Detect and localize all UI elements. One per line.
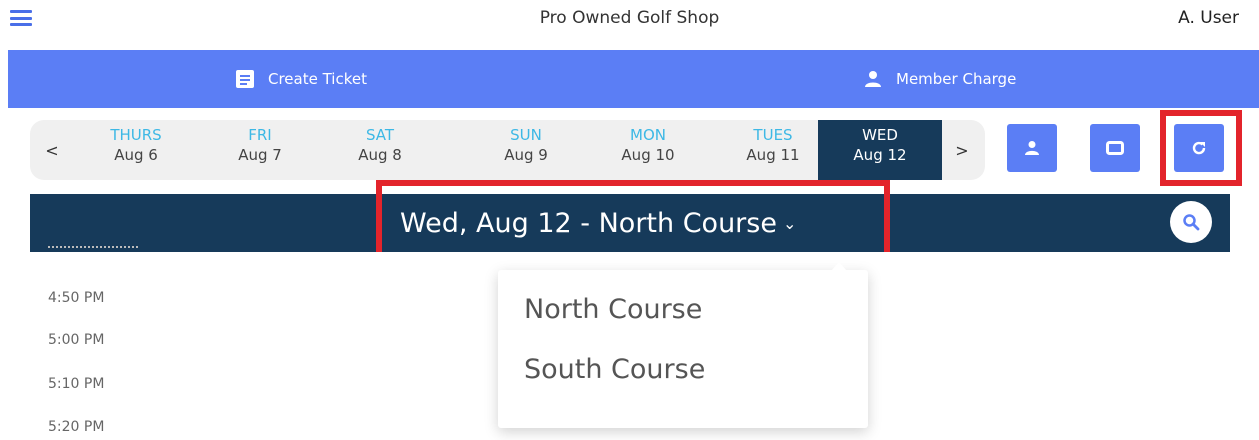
person-icon [1025,141,1039,155]
previous-days-arrow[interactable]: < [32,120,72,180]
day-date: Aug 6 [114,146,158,164]
day-name: FRI [248,126,272,144]
day-thurs[interactable]: THURS Aug 6 [74,120,198,180]
day-sat[interactable]: SAT Aug 8 [318,120,442,180]
course-date-label: Wed, Aug 12 - North Course [400,207,777,239]
action-bar: Create Ticket Member Charge [8,50,1259,108]
day-wed-selected[interactable]: WED Aug 12 [818,120,942,180]
member-charge-label: Member Charge [896,70,1017,88]
top-bar: Pro Owned Golf Shop A. User [0,0,1259,40]
day-mon[interactable]: MON Aug 10 [586,120,710,180]
refresh-button[interactable] [1174,124,1224,172]
day-date: Aug 12 [853,146,907,164]
day-sun[interactable]: SUN Aug 9 [464,120,588,180]
person-icon [865,71,881,87]
day-name: TUES [753,126,793,144]
day-date: Aug 11 [746,146,800,164]
shop-title: Pro Owned Golf Shop [539,8,720,28]
day-name: THURS [110,126,162,144]
dropdown-caret [831,262,847,271]
time-slot[interactable]: 4:50 PM [48,290,104,306]
time-slot[interactable]: 5:20 PM [48,419,104,435]
dropdown-option-north-course[interactable]: North Course [524,294,702,325]
day-date: Aug 7 [238,146,282,164]
course-date-selector[interactable]: Wed, Aug 12 - North Course ⌄ [400,194,796,252]
date-navigator: < THURS Aug 6 FRI Aug 7 SAT Aug 8 SUN Au… [30,120,985,180]
partial-time-row [48,246,138,252]
window-icon [1106,141,1124,155]
course-header-bar: Wed, Aug 12 - North Course ⌄ [30,194,1230,252]
create-ticket-label: Create Ticket [268,70,367,88]
day-name: SUN [510,126,542,144]
dropdown-option-south-course[interactable]: South Course [524,354,705,385]
search-icon [1183,214,1200,231]
person-button[interactable] [1007,124,1057,172]
chevron-down-icon: ⌄ [782,213,797,233]
search-button[interactable] [1170,201,1212,243]
time-slot[interactable]: 5:00 PM [48,332,104,348]
window-button[interactable] [1090,124,1140,172]
day-date: Aug 8 [358,146,402,164]
day-date: Aug 10 [621,146,675,164]
user-name[interactable]: A. User [1178,8,1239,28]
day-name: SAT [365,126,395,144]
day-date: Aug 9 [504,146,548,164]
course-dropdown: North Course South Course [498,262,868,428]
time-slot[interactable]: 5:10 PM [48,376,104,392]
day-name: MON [630,126,666,144]
ticket-icon [236,70,254,88]
next-days-arrow[interactable]: > [942,120,982,180]
member-charge-button[interactable]: Member Charge [864,50,1016,108]
day-tues[interactable]: TUES Aug 11 [711,120,835,180]
refresh-icon [1192,141,1206,155]
create-ticket-button[interactable]: Create Ticket [236,50,367,108]
day-name: WED [862,126,898,144]
day-fri[interactable]: FRI Aug 7 [198,120,322,180]
